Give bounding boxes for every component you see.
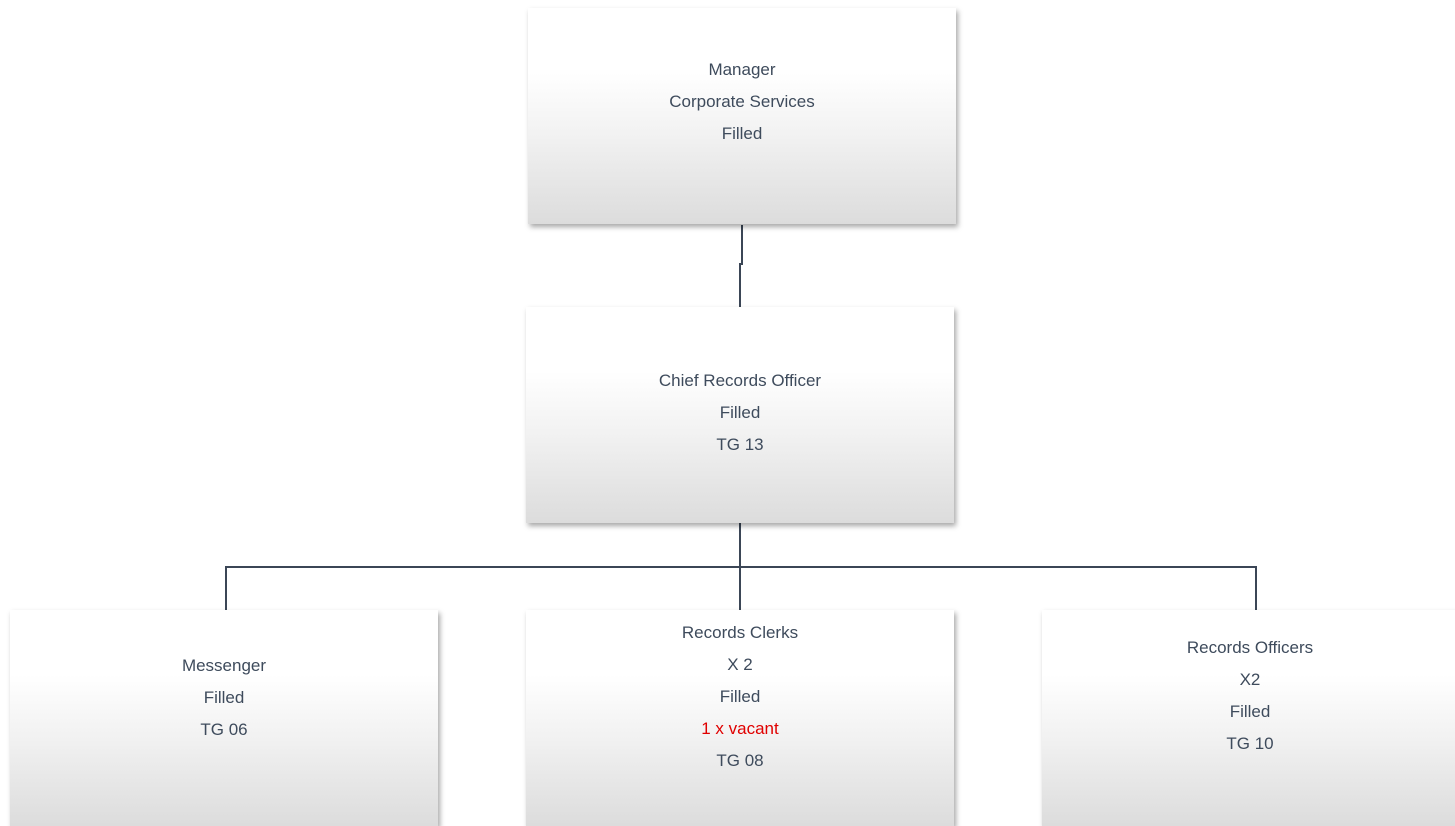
node-manager-title: Manager xyxy=(708,60,776,79)
node-officers-title: Records Officers xyxy=(1186,638,1314,657)
node-messenger-title: Messenger xyxy=(181,656,267,675)
node-chief-records-officer: Chief Records Officer Filled TG 13 xyxy=(526,307,954,523)
node-messenger-status: Filled xyxy=(203,688,245,707)
node-clerks-title: Records Clerks xyxy=(681,623,799,642)
node-clerks-vacancy: 1 x vacant xyxy=(701,719,779,738)
node-manager-department: Corporate Services xyxy=(669,92,815,111)
node-manager-status: Filled xyxy=(721,124,763,143)
node-officers-count: X2 xyxy=(1239,670,1261,689)
node-officers-grade: TG 10 xyxy=(1226,734,1274,753)
node-officers-status: Filled xyxy=(1229,702,1271,721)
connector-manager-to-chief xyxy=(739,225,743,307)
node-chief-title: Chief Records Officer xyxy=(658,371,822,390)
node-chief-grade: TG 13 xyxy=(716,435,764,454)
node-messenger-grade: TG 06 xyxy=(200,720,248,739)
node-clerks-grade: TG 08 xyxy=(716,751,764,770)
node-clerks-status: Filled xyxy=(719,687,761,706)
node-clerks-count: X 2 xyxy=(727,655,753,674)
node-messenger: Messenger Filled TG 06 xyxy=(10,610,438,826)
node-chief-status: Filled xyxy=(719,403,761,422)
node-manager: Manager Corporate Services Filled xyxy=(528,8,956,224)
node-records-clerks: Records Clerks X 2 Filled 1 x vacant TG … xyxy=(526,610,954,826)
node-records-officers: Records Officers X2 Filled TG 10 xyxy=(1042,610,1455,826)
